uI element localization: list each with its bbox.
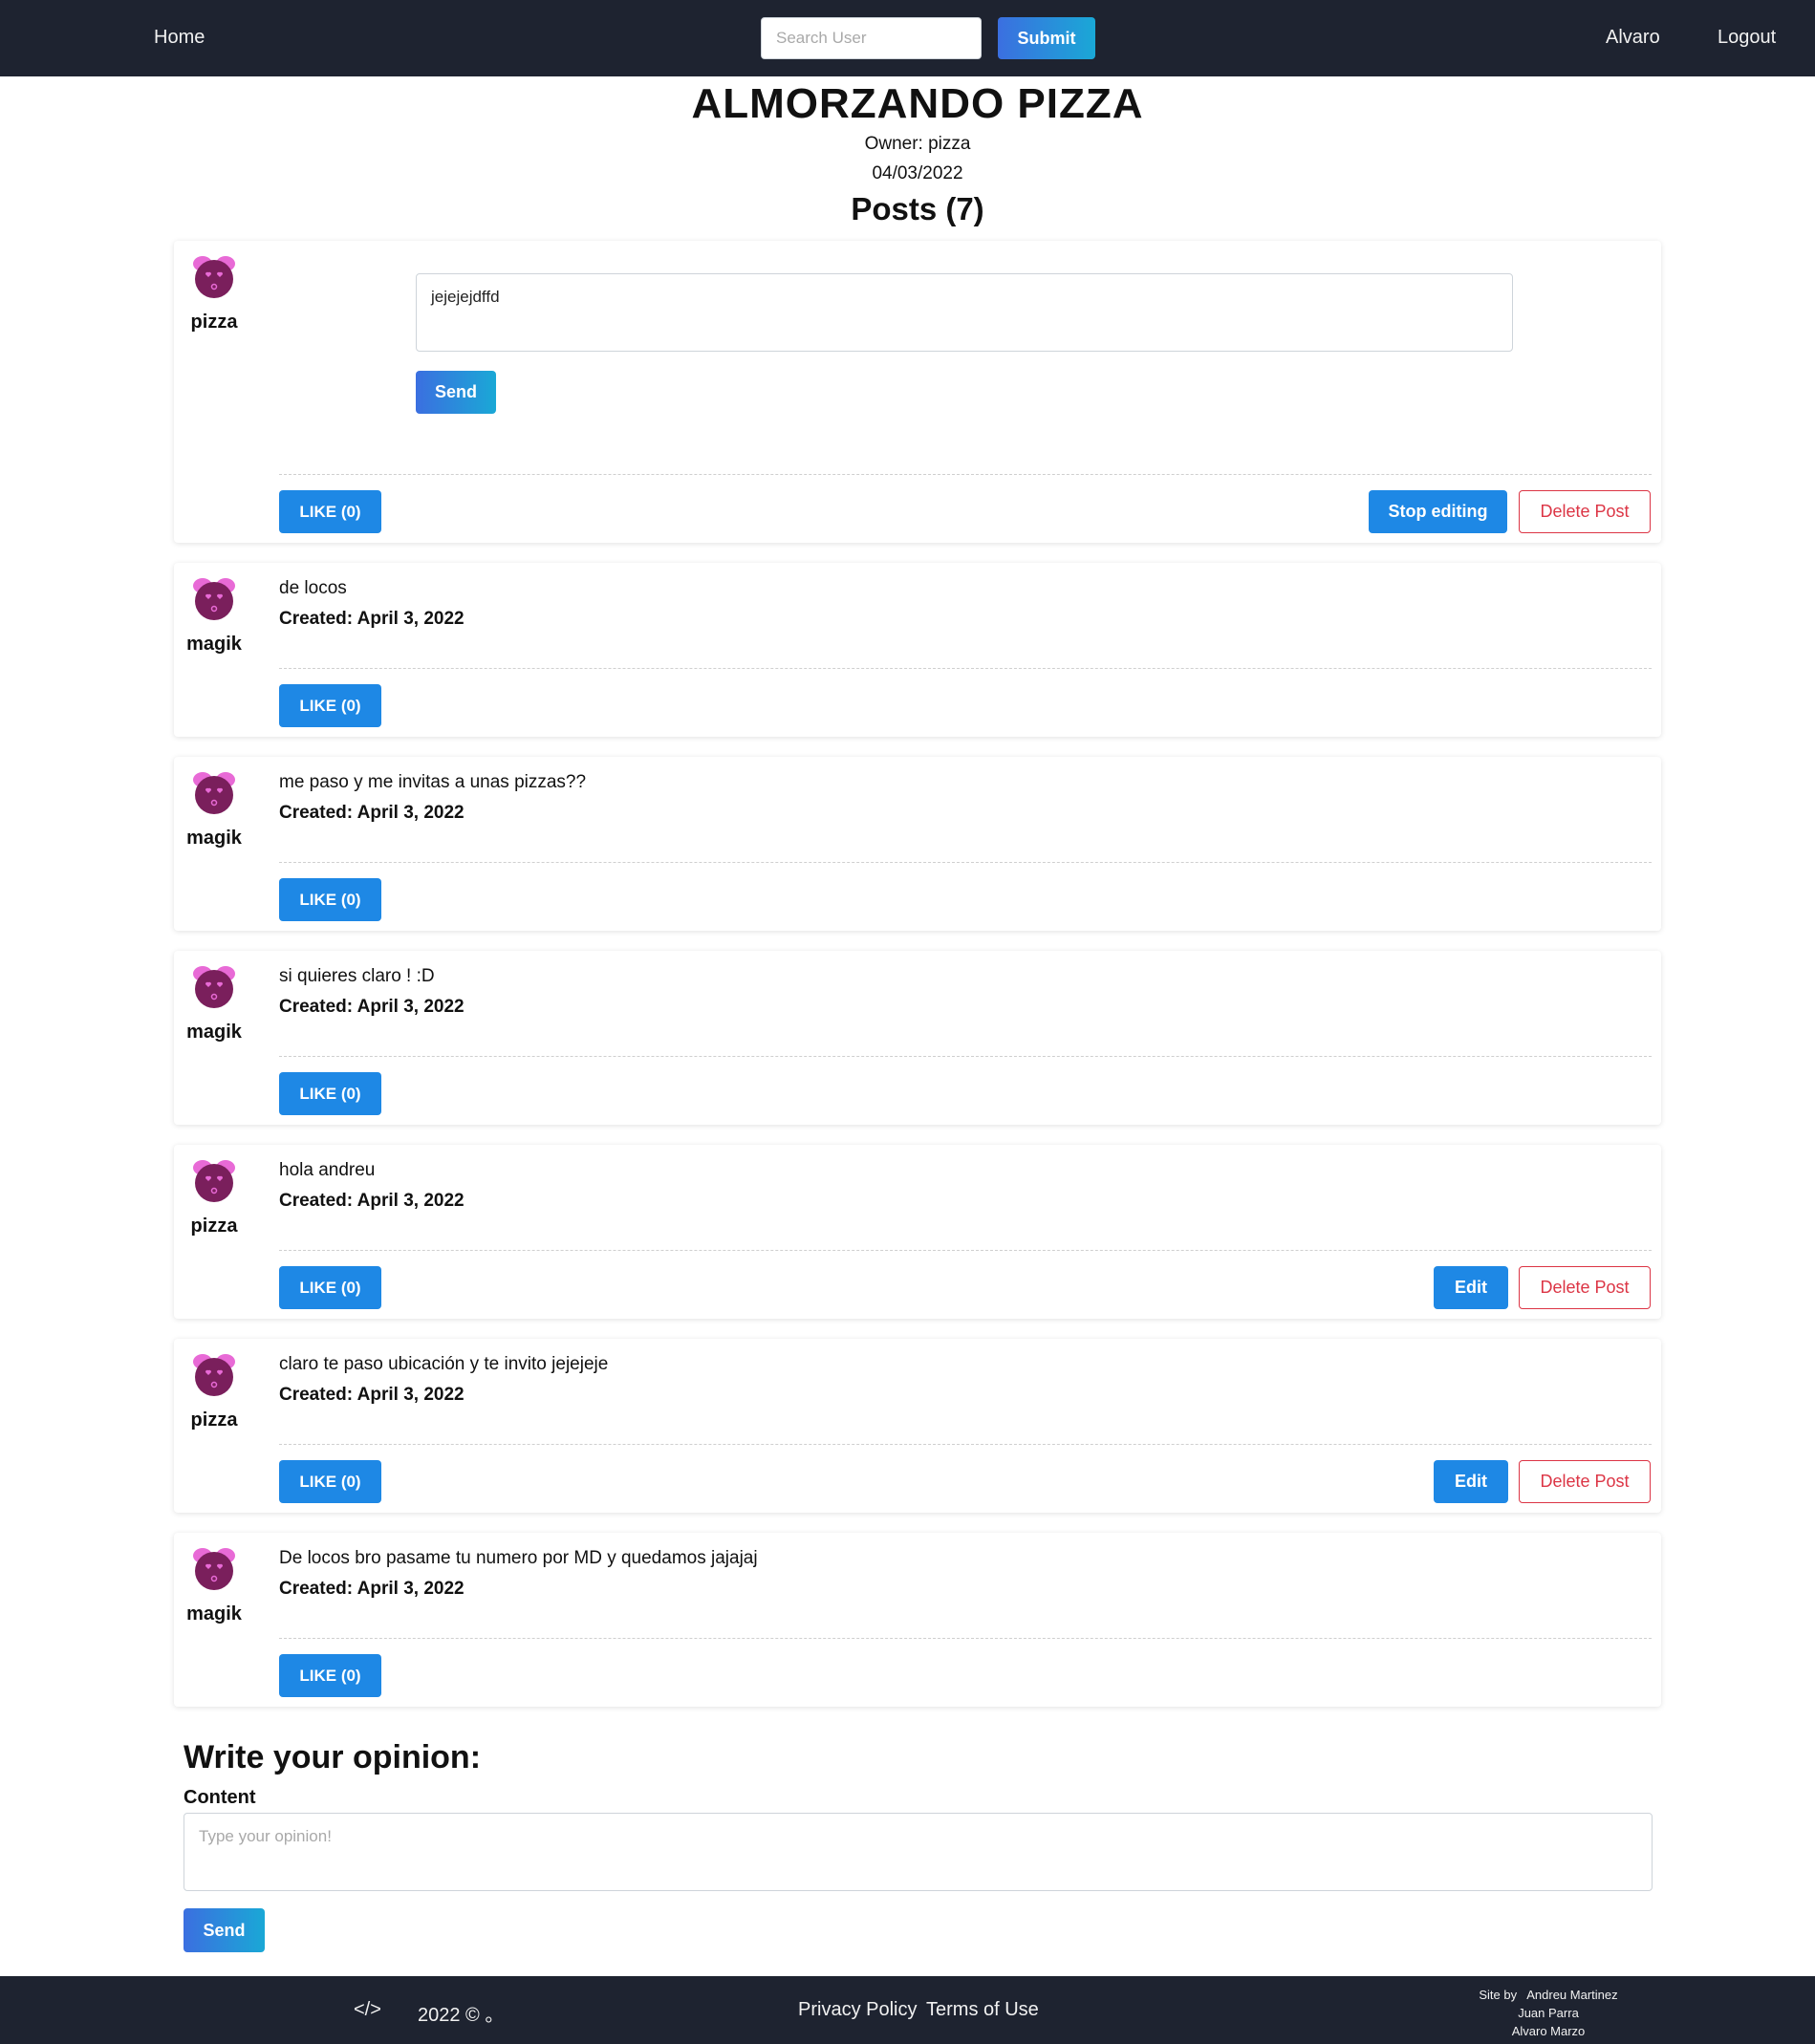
nav-home-link[interactable]: Home — [154, 27, 205, 49]
stop-editing-button[interactable]: Stop editing — [1369, 490, 1507, 533]
delete-post-button[interactable]: Delete Post — [1519, 490, 1651, 533]
post-card: magik De locos bro pasame tu numero por … — [174, 1533, 1661, 1707]
like-button[interactable]: LIKE (0) — [279, 878, 381, 921]
search-user-input[interactable] — [761, 17, 982, 59]
post-author[interactable]: magik — [174, 1022, 254, 1044]
post-author[interactable]: magik — [174, 1603, 254, 1625]
nav-user-link[interactable]: Alvaro — [1606, 27, 1660, 49]
avatar-icon — [193, 1354, 235, 1396]
site-credits: Site by Andreu Martinez Juan Parra Alvar… — [1453, 1986, 1644, 2040]
avatar-icon — [193, 256, 235, 298]
opinion-send-button[interactable]: Send — [184, 1908, 265, 1952]
like-button[interactable]: LIKE (0) — [279, 684, 381, 727]
post-card: pizza claro te paso ubicación y te invit… — [174, 1339, 1661, 1513]
post-divider — [279, 862, 1652, 863]
post-divider — [279, 1250, 1652, 1251]
credits-line: Site by Andreu Martinez — [1479, 1988, 1618, 2002]
avatar-icon — [193, 1160, 235, 1202]
post-divider — [279, 1056, 1652, 1057]
post-divider — [279, 668, 1652, 669]
post-created-date: Created: April 3, 2022 — [279, 1579, 465, 1599]
credits-line: Alvaro Marzo — [1511, 2024, 1586, 2038]
post-author[interactable]: magik — [174, 828, 254, 850]
search-submit-button[interactable]: Submit — [998, 17, 1095, 59]
avatar-icon — [193, 1548, 235, 1590]
avatar-icon — [193, 966, 235, 1008]
post-divider — [279, 1638, 1652, 1639]
post-divider — [279, 1444, 1652, 1445]
avatar-icon — [193, 578, 235, 620]
date-text: 04/03/2022 — [872, 163, 963, 183]
like-button[interactable]: LIKE (0) — [279, 1072, 381, 1115]
post-content: De locos bro pasame tu numero por MD y q… — [279, 1548, 758, 1568]
post-divider — [279, 474, 1652, 475]
like-button[interactable]: LIKE (0) — [279, 1654, 381, 1697]
post-content: me paso y me invitas a unas pizzas?? — [279, 772, 587, 792]
post-content: de locos — [279, 578, 347, 598]
copyright-text: 2022 © 。 — [418, 2005, 505, 2026]
delete-post-button[interactable]: Delete Post — [1519, 1460, 1651, 1503]
post-created-date: Created: April 3, 2022 — [279, 609, 465, 629]
post-created-date: Created: April 3, 2022 — [279, 1191, 465, 1211]
post-card: magik me paso y me invitas a unas pizzas… — [174, 757, 1661, 931]
terms-of-use-link[interactable]: Terms of Use — [926, 1999, 1039, 2021]
opinion-textarea[interactable] — [184, 1813, 1653, 1891]
post-card: pizza Send LIKE (0) Stop editing Delete … — [174, 241, 1661, 543]
posts-count-heading: Posts (7) — [851, 191, 984, 226]
content-label: Content — [184, 1787, 256, 1808]
post-content: si quieres claro ! :D — [279, 966, 435, 986]
credits-line: Juan Parra — [1518, 2006, 1579, 2020]
post-card: magik si quieres claro ! :D Created: Apr… — [174, 951, 1661, 1125]
page-title: ALMORZANDO PIZZA — [691, 80, 1144, 127]
post-content: claro te paso ubicación y te invito jeje… — [279, 1354, 609, 1374]
edit-post-button[interactable]: Edit — [1434, 1460, 1508, 1503]
edit-post-textarea[interactable] — [416, 273, 1513, 352]
post-author[interactable]: pizza — [174, 1409, 254, 1431]
edit-post-button[interactable]: Edit — [1434, 1266, 1508, 1309]
post-card: magik de locos Created: April 3, 2022 LI… — [174, 563, 1661, 737]
like-button[interactable]: LIKE (0) — [279, 490, 381, 533]
post-created-date: Created: April 3, 2022 — [279, 1385, 465, 1405]
opinion-heading: Write your opinion: — [184, 1739, 482, 1775]
post-author[interactable]: pizza — [174, 1216, 254, 1237]
delete-post-button[interactable]: Delete Post — [1519, 1266, 1651, 1309]
footer: </> 2022 © 。 Privacy Policy Terms of Use… — [0, 1976, 1815, 2044]
like-button[interactable]: LIKE (0) — [279, 1460, 381, 1503]
post-author[interactable]: magik — [174, 634, 254, 656]
logout-link[interactable]: Logout — [1718, 27, 1776, 49]
post-created-date: Created: April 3, 2022 — [279, 803, 465, 823]
avatar-icon — [193, 772, 235, 814]
privacy-policy-link[interactable]: Privacy Policy — [798, 1999, 917, 2021]
post-created-date: Created: April 3, 2022 — [279, 997, 465, 1017]
owner-text: Owner: pizza — [864, 134, 971, 154]
edit-send-button[interactable]: Send — [416, 371, 496, 414]
navbar: Home Submit Alvaro Logout — [0, 0, 1815, 76]
post-author[interactable]: pizza — [174, 312, 254, 333]
like-button[interactable]: LIKE (0) — [279, 1266, 381, 1309]
code-icon: </> — [354, 1999, 381, 2020]
post-content: hola andreu — [279, 1160, 376, 1180]
post-card: pizza hola andreu Created: April 3, 2022… — [174, 1145, 1661, 1319]
